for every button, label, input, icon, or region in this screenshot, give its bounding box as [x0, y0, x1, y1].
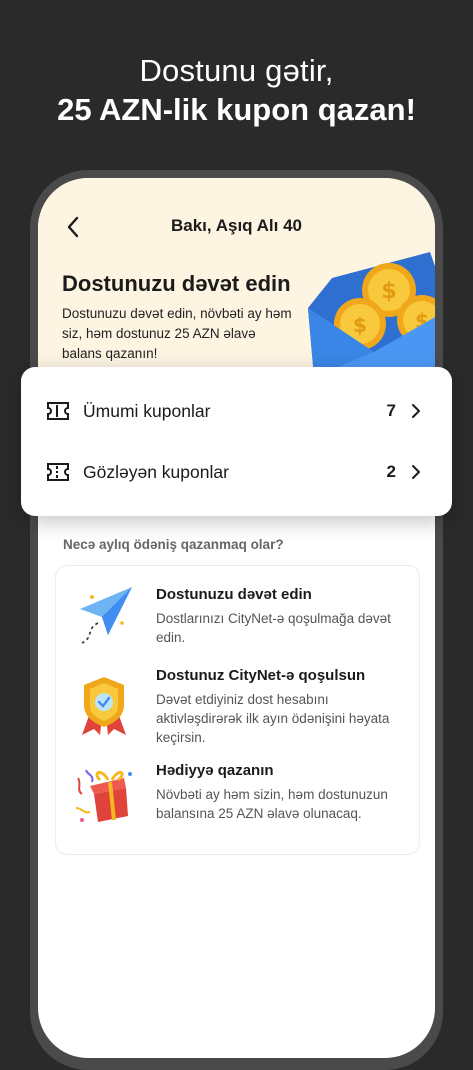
- how-section-title: Necə aylıq ödəniş qazanmaq olar?: [63, 537, 284, 552]
- invite-header: Bakı, Aşıq Alı 40 Dostunuzu dəvət edin D…: [38, 178, 435, 378]
- invite-description: Dostunuzu dəvət edin, növbəti ay həm siz…: [62, 306, 292, 361]
- ticket-icon: [47, 402, 69, 420]
- step-title: Hədiyyə qazanın: [156, 762, 274, 779]
- ticket-pending-icon: [47, 463, 69, 481]
- invite-title: Dostunuzu dəvət edin: [62, 271, 291, 296]
- promo-headline-line2: 25 AZN-lik kupon qazan!: [57, 92, 416, 127]
- coupon-row-total[interactable]: Ümumi kuponlar 7: [21, 381, 452, 441]
- svg-text:$: $: [381, 279, 396, 304]
- coupon-count: 2: [386, 462, 396, 481]
- steps-card: Dostunuzu dəvət edin Dostlarınızı CityNe…: [55, 565, 420, 855]
- promo-headline: Dostunu gətir, 25 AZN-lik kupon qazan!: [0, 52, 473, 130]
- coin-envelope-illustration: $ $ $: [308, 252, 435, 377]
- coupon-row-pending[interactable]: Gözləyən kuponlar 2: [21, 442, 452, 502]
- step-title: Dostunuzu dəvət edin: [156, 586, 312, 603]
- coupon-label: Ümumi kuponlar: [83, 400, 211, 421]
- chevron-right-icon: [412, 404, 420, 418]
- chevron-right-icon: [412, 465, 420, 479]
- step-description: Dəvət etdiyiniz dost hesabını aktivləşdi…: [156, 692, 390, 745]
- step-title: Dostunuz CityNet-ə qoşulsun: [156, 667, 366, 684]
- page-title: Bakı, Aşıq Alı 40: [170, 216, 302, 235]
- coupon-count: 7: [386, 401, 396, 420]
- promo-headline-line1: Dostunu gətir,: [139, 53, 334, 88]
- svg-text:$: $: [353, 313, 367, 337]
- badge-icon: [82, 677, 126, 735]
- gift-icon: [75, 769, 132, 822]
- coupon-summary-card: Ümumi kuponlar 7 Gözləyən kuponlar 2: [21, 367, 452, 516]
- paper-plane-icon: [80, 587, 132, 644]
- step-description: Növbəti ay həm sizin, həm dostunuzun bal…: [156, 787, 388, 821]
- coupon-label: Gözləyən kuponlar: [83, 461, 229, 482]
- step-description: Dostlarınızı CityNet-ə qoşulmağa dəvət e…: [156, 611, 391, 645]
